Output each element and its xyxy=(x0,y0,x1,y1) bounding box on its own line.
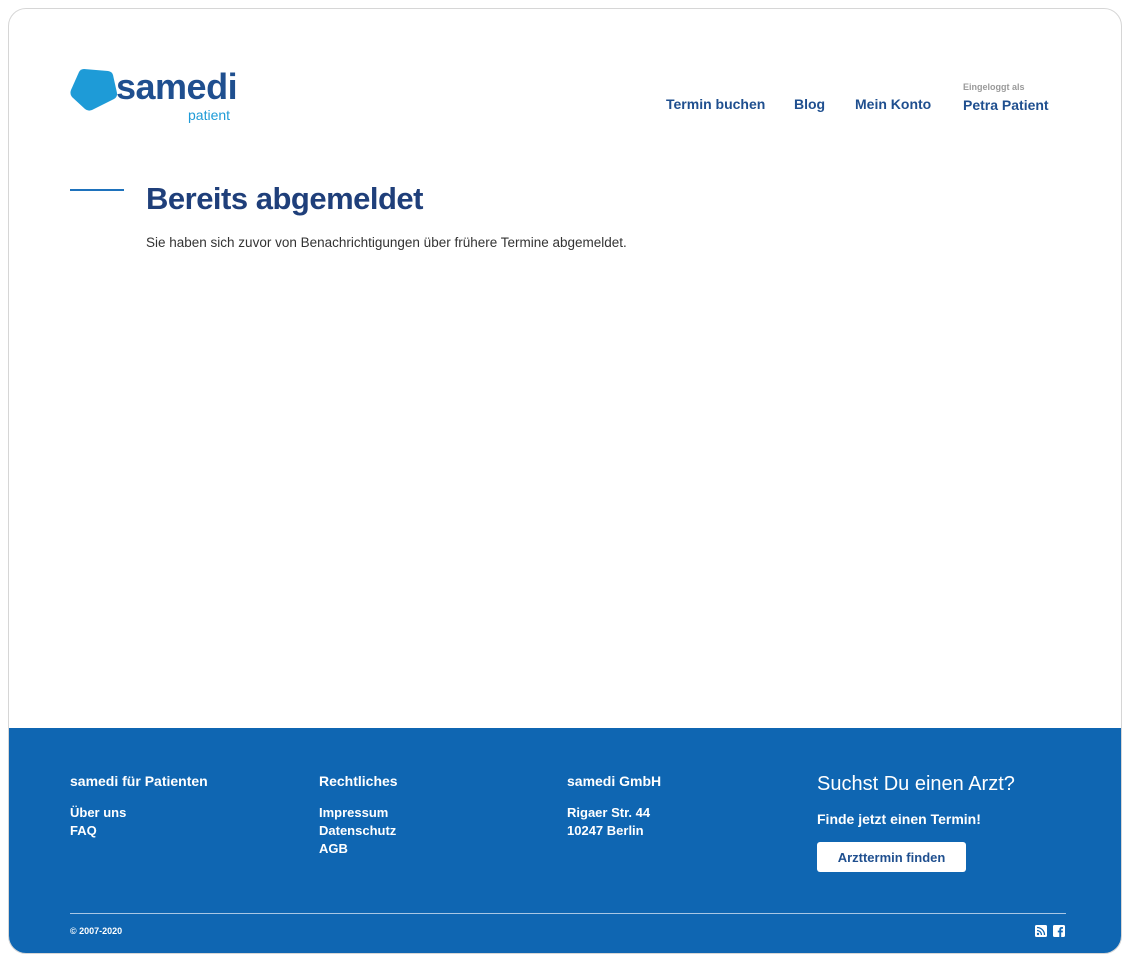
footer-link-ueber-uns[interactable]: Über uns xyxy=(70,804,208,822)
facebook-icon[interactable] xyxy=(1053,924,1065,937)
nav-blog[interactable]: Blog xyxy=(794,96,825,112)
nav-termin-buchen[interactable]: Termin buchen xyxy=(666,96,765,112)
site-footer: samedi für Patienten Über uns FAQ Rechtl… xyxy=(9,728,1121,953)
page-message: Sie haben sich zuvor von Benachrichtigun… xyxy=(146,235,627,250)
social-links xyxy=(1035,924,1065,937)
footer-link-faq[interactable]: FAQ xyxy=(70,822,208,840)
footer-heading-company: samedi GmbH xyxy=(567,773,662,789)
footer-heading-rechtliches: Rechtliches xyxy=(319,773,398,789)
arzttermin-finden-button[interactable]: Arzttermin finden xyxy=(817,842,966,872)
rss-icon[interactable] xyxy=(1035,924,1047,937)
footer-col-patienten: samedi für Patienten Über uns FAQ xyxy=(70,772,208,840)
cta-subtitle: Finde jetzt einen Termin! xyxy=(817,811,981,827)
footer-cta: Suchst Du einen Arzt? Finde jetzt einen … xyxy=(817,772,1015,872)
footer-col-rechtliches: Rechtliches Impressum Datenschutz AGB xyxy=(319,772,398,858)
footer-link-datenschutz[interactable]: Datenschutz xyxy=(319,822,398,840)
footer-heading-patienten: samedi für Patienten xyxy=(70,773,208,789)
footer-link-impressum[interactable]: Impressum xyxy=(319,804,398,822)
footer-col-company: samedi GmbH Rigaer Str. 44 10247 Berlin xyxy=(567,772,661,840)
company-city: 10247 Berlin xyxy=(567,823,644,838)
copyright-text: © 2007-2020 xyxy=(70,926,123,936)
footer-link-agb[interactable]: AGB xyxy=(319,840,398,858)
main-navigation: Termin buchen Blog Mein Konto Eingeloggt… xyxy=(9,82,1121,133)
browser-page: samedi patient Termin buchen Blog Mein K… xyxy=(8,8,1122,954)
footer-divider xyxy=(70,913,1066,914)
logged-in-label: Eingeloggt als xyxy=(963,82,1025,92)
company-street: Rigaer Str. 44 xyxy=(567,805,651,820)
cta-title: Suchst Du einen Arzt? xyxy=(817,773,1015,795)
nav-mein-konto[interactable]: Mein Konto xyxy=(855,96,931,112)
logged-in-user-name[interactable]: Petra Patient xyxy=(963,97,1049,113)
title-accent-line xyxy=(70,189,124,191)
page-title: Bereits abgemeldet xyxy=(146,181,424,216)
logged-in-user[interactable]: Eingeloggt als Petra Patient xyxy=(963,81,1049,113)
